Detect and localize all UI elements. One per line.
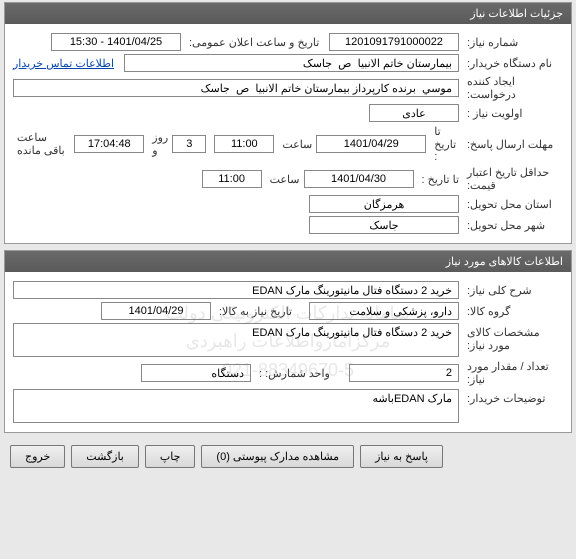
group-label: گروه کالا: [463,305,563,318]
buyer-label: نام دستگاه خریدار: [463,57,563,70]
group-field[interactable] [309,302,459,320]
need-details-panel: جزئیات اطلاعات نیاز شماره نیاز: تاریخ و … [4,2,572,244]
hours-remain-field[interactable] [74,135,144,153]
button-row: پاسخ به نیاز مشاهده مدارک پیوستی (0) چاپ… [0,439,576,474]
province-field[interactable] [309,195,459,213]
need-no-label: شماره نیاز: [463,36,563,49]
city-label: شهر محل تحویل: [463,219,563,232]
days-label: روز و [148,131,168,157]
panel-header-2: اطلاعات کالاهای مورد نیاز [5,251,571,272]
province-label: استان محل تحویل: [463,198,563,211]
notes-label: توضیحات خریدار: [463,389,563,405]
desc-field[interactable] [13,281,459,299]
pub-date-label: تاریخ و ساعت اعلان عمومی: [185,36,325,49]
attachments-button[interactable]: مشاهده مدارک پیوستی (0) [201,445,354,468]
back-button[interactable]: بازگشت [71,445,139,468]
spec-field[interactable] [13,323,459,357]
min-valid-date-field[interactable] [304,170,414,188]
panel-header: جزئیات اطلاعات نیاز [5,3,571,24]
creator-field[interactable] [13,79,459,97]
qty-field[interactable] [349,364,459,382]
unit-field[interactable] [141,364,251,382]
unit-label: واحد شمارش: : [255,367,345,380]
hours-label: ساعت باقی مانده [13,131,70,157]
need-date-label: تاریخ نیاز به کالا: [215,305,305,318]
reply-button[interactable]: پاسخ به نیاز [360,445,443,468]
city-field[interactable] [309,216,459,234]
creator-label: ایجاد کننده درخواست: [463,75,563,101]
desc-label: شرح کلی نیاز: [463,284,563,297]
notes-field[interactable] [13,389,459,423]
buyer-field[interactable] [124,54,459,72]
need-date-field[interactable] [101,302,211,320]
need-no-field[interactable] [329,33,459,51]
qty-label: تعداد / مقدار مورد نیاز: [463,360,563,386]
deadline-label: مهلت ارسال پاسخ: [463,138,563,151]
min-valid-time-field[interactable] [202,170,262,188]
days-remain-field[interactable] [172,135,206,153]
contact-link[interactable]: اطلاعات تماس خریدار [13,57,114,70]
min-valid-label: حداقل تاریخ اعتبار قیمت: [463,166,563,192]
deadline-date-field[interactable] [316,135,426,153]
to-date-label-2: تا تاریخ : [418,173,459,186]
print-button[interactable]: چاپ [145,445,196,468]
deadline-time-field[interactable] [214,135,274,153]
spec-label: مشخصات کالای مورد نیاز: [463,323,563,352]
pub-date-field[interactable] [51,33,181,51]
panel-body-2: سامانه تدارکات الکترونیکی دولت مرکزآمارو… [5,272,571,432]
priority-label: اولویت نیاز : [463,107,563,120]
panel-body: شماره نیاز: تاریخ و ساعت اعلان عمومی: نا… [5,24,571,243]
exit-button[interactable]: خروج [10,445,65,468]
priority-field[interactable] [369,104,459,122]
to-date-label: تا تاریخ : [430,125,459,163]
goods-info-panel: اطلاعات کالاهای مورد نیاز سامانه تدارکات… [4,250,572,433]
time-label-1: ساعت [278,138,312,151]
time-label-2: ساعت [266,173,300,186]
